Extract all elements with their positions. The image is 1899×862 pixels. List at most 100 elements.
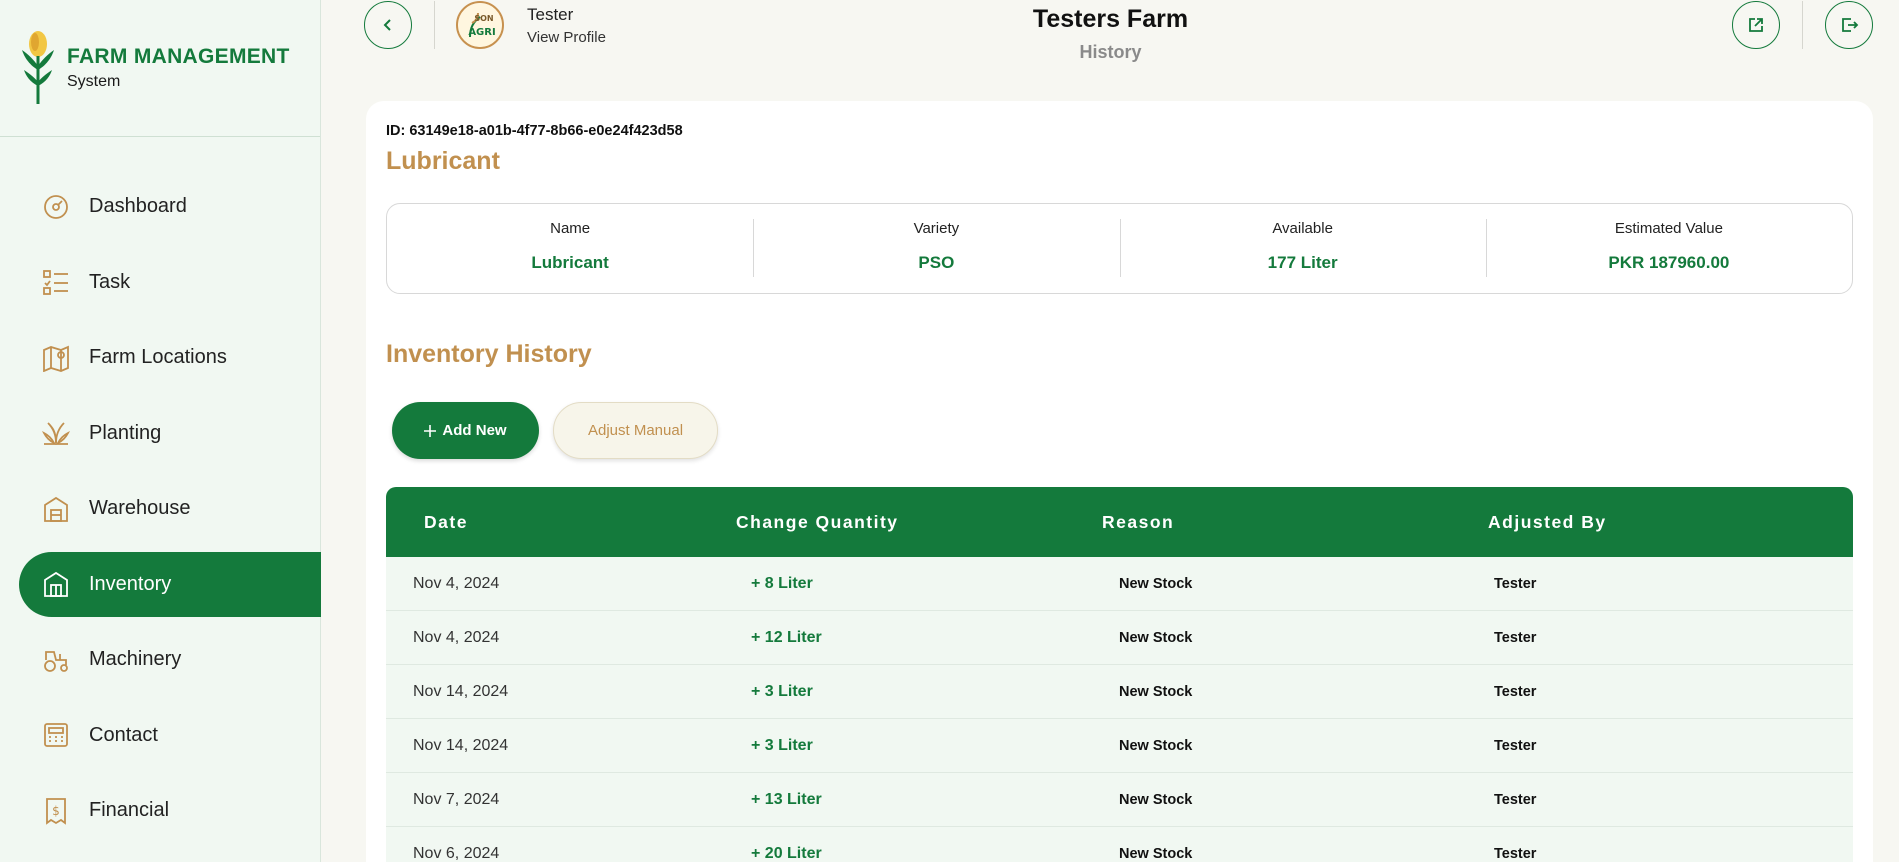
sidebar-item-warehouse[interactable]: Warehouse: [0, 476, 321, 541]
summary-label: Available: [1272, 220, 1333, 237]
share-button[interactable]: [1732, 1, 1780, 49]
divider: [1802, 1, 1803, 49]
logout-button[interactable]: [1825, 1, 1873, 49]
cell-change-quantity: + 3 Liter: [751, 682, 813, 700]
item-summary: Name Lubricant Variety PSO Available 177…: [386, 203, 1853, 294]
receipt-icon: $: [42, 797, 70, 825]
sidebar-item-machinery[interactable]: Machinery: [0, 627, 321, 692]
item-name: Lubricant: [386, 147, 500, 175]
task-list-icon: [42, 268, 70, 296]
sidebar-item-task[interactable]: Task: [0, 250, 321, 315]
table-row[interactable]: Nov 14, 2024 + 3 Liter New Stock Tester: [386, 665, 1853, 719]
warehouse-icon: [42, 495, 70, 523]
column-header-reason[interactable]: Reason: [1102, 512, 1488, 533]
sidebar-item-label: Machinery: [89, 648, 182, 670]
wheat-logo-icon: [22, 31, 54, 104]
sidebar-item-label: Planting: [89, 421, 162, 444]
summary-value: 177 Liter: [1267, 253, 1338, 272]
history-table: Date Change Quantity Reason Adjusted By …: [386, 487, 1853, 862]
add-new-button[interactable]: Add New: [392, 402, 539, 459]
sidebar-item-label: Financial: [89, 799, 170, 821]
contact-icon: [42, 721, 70, 749]
cell-date: Nov 14, 2024: [413, 682, 509, 700]
cell-date: Nov 4, 2024: [413, 628, 500, 646]
table-header: Date Change Quantity Reason Adjusted By: [386, 487, 1853, 557]
sidebar-item-label: Warehouse: [89, 497, 191, 519]
summary-estimated-value: Estimated Value PKR 187960.00: [1485, 204, 1852, 293]
column-header-change-quantity[interactable]: Change Quantity: [736, 512, 1102, 533]
logout-icon: [1842, 18, 1859, 32]
adjust-manual-button[interactable]: Adjust Manual: [553, 402, 718, 459]
plus-icon: [424, 424, 437, 437]
table-row[interactable]: Nov 6, 2024 + 20 Liter New Stock Tester: [386, 827, 1853, 862]
cell-change-quantity: + 12 Liter: [751, 628, 822, 646]
cell-adjusted-by: Tester: [1494, 575, 1537, 592]
table-row[interactable]: Nov 4, 2024 + 8 Liter New Stock Tester: [386, 557, 1853, 611]
cell-change-quantity: + 20 Liter: [751, 844, 822, 862]
farm-title: Testers Farm: [1032, 5, 1189, 33]
column-header-adjusted-by[interactable]: Adjusted By: [1488, 512, 1853, 533]
column-header-date[interactable]: Date: [386, 512, 736, 533]
inventory-icon: [42, 570, 70, 598]
summary-value: Lubricant: [531, 253, 609, 272]
adjust-manual-label: Adjust Manual: [587, 422, 684, 439]
summary-label: Name: [550, 220, 591, 237]
sidebar-item-label: Contact: [89, 723, 158, 746]
cell-reason: New Stock: [1119, 683, 1193, 700]
cell-reason: New Stock: [1119, 575, 1193, 592]
summary-value: PKR 187960.00: [1608, 253, 1730, 272]
map-pin-icon: [42, 344, 70, 372]
cell-change-quantity: + 3 Liter: [751, 736, 813, 754]
summary-name: Name Lubricant: [387, 204, 753, 293]
tractor-icon: [42, 646, 70, 674]
dashboard-icon: [42, 193, 70, 221]
sidebar-item-label: Dashboard: [89, 195, 187, 217]
sidebar-item-label: Task: [89, 270, 131, 293]
cell-date: Nov 4, 2024: [413, 574, 500, 592]
sidebar-item-inventory[interactable]: Inventory: [19, 551, 321, 617]
cell-reason: New Stock: [1119, 629, 1193, 646]
share-icon: [1749, 18, 1763, 32]
summary-value: PSO: [918, 253, 955, 272]
cell-change-quantity: + 8 Liter: [751, 574, 813, 592]
table-row[interactable]: Nov 7, 2024 + 13 Liter New Stock Tester: [386, 773, 1853, 827]
add-new-label: Add New: [442, 422, 507, 439]
sidebar-item-planting[interactable]: Planting: [0, 401, 321, 466]
sidebar-item-dashboard[interactable]: Dashboard: [0, 174, 321, 239]
table-row[interactable]: Nov 4, 2024 + 12 Liter New Stock Tester: [386, 611, 1853, 665]
cell-date: Nov 7, 2024: [413, 790, 500, 808]
cell-change-quantity: + 13 Liter: [751, 790, 822, 808]
svg-text:$: $: [52, 804, 60, 818]
cell-adjusted-by: Tester: [1494, 629, 1537, 646]
plant-icon: [42, 419, 70, 447]
sidebar-nav: Dashboard Task Farm Locations Planting W…: [0, 174, 321, 854]
top-header: SON AGRI Tester View Profile Testers Far…: [322, 0, 1899, 62]
sidebar: FARM MANAGEMENT System Dashboard Task Fa…: [0, 0, 321, 862]
summary-label: Variety: [913, 220, 960, 237]
brand-subtitle: System: [67, 73, 121, 90]
item-id: ID: 63149e18-a01b-4f77-8b66-e0e24f423d58: [386, 123, 683, 139]
cell-adjusted-by: Tester: [1494, 737, 1537, 754]
sidebar-item-financial[interactable]: $ Financial: [0, 778, 321, 843]
summary-variety: Variety PSO: [753, 204, 1119, 293]
cell-adjusted-by: Tester: [1494, 683, 1537, 700]
section-title: Inventory History: [386, 340, 592, 368]
cell-reason: New Stock: [1119, 845, 1193, 862]
sidebar-item-label: Farm Locations: [89, 346, 227, 368]
summary-label: Estimated Value: [1614, 220, 1723, 237]
cell-adjusted-by: Tester: [1494, 845, 1537, 862]
cell-reason: New Stock: [1119, 791, 1193, 808]
summary-available: Available 177 Liter: [1119, 204, 1486, 293]
brand: FARM MANAGEMENT System: [0, 0, 320, 137]
cell-adjusted-by: Tester: [1494, 791, 1537, 808]
cell-reason: New Stock: [1119, 737, 1193, 754]
table-row[interactable]: Nov 14, 2024 + 3 Liter New Stock Tester: [386, 719, 1853, 773]
cell-date: Nov 14, 2024: [413, 736, 509, 754]
brand-title: FARM MANAGEMENT: [67, 45, 290, 68]
sidebar-item-contact[interactable]: Contact: [0, 703, 321, 768]
sidebar-item-label: Inventory: [89, 572, 172, 595]
page-subtitle: History: [1079, 42, 1142, 62]
sidebar-item-farm-locations[interactable]: Farm Locations: [0, 325, 321, 390]
cell-date: Nov 6, 2024: [413, 844, 500, 862]
item-detail-card: ID: 63149e18-a01b-4f77-8b66-e0e24f423d58…: [366, 101, 1873, 862]
